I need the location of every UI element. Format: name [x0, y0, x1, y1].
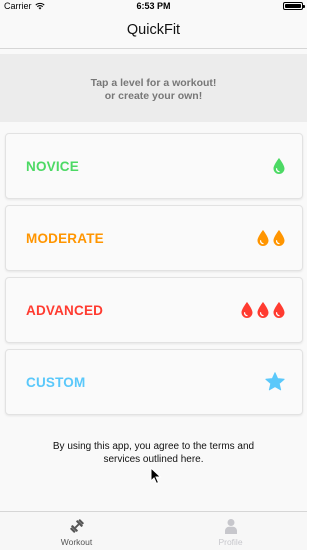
advanced-drops: [240, 301, 286, 319]
drop-icon: [257, 302, 269, 318]
dumbbell-icon: [69, 519, 84, 533]
page-title: QuickFit: [126, 22, 181, 38]
level-label-custom: CUSTOM: [26, 374, 86, 390]
level-label-moderate: MODERATE: [26, 230, 104, 246]
drop-icon: [241, 302, 253, 318]
star-icon: [265, 372, 285, 391]
level-label-advanced: ADVANCED: [26, 302, 104, 318]
instruction-text: Tap a level for a workout! or create you…: [90, 77, 217, 102]
drop-icon: [257, 230, 269, 246]
drop-icon: [273, 230, 285, 246]
tab-label-workout: Workout: [60, 537, 93, 547]
level-card-novice[interactable]: NOVICE: [5, 133, 303, 199]
instruction-banner: Tap a level for a workout! or create you…: [0, 54, 307, 122]
custom-icons: [264, 371, 286, 393]
battery-icon: [283, 2, 305, 10]
cursor-icon: [150, 467, 162, 485]
terms-notice[interactable]: By using this app, you agree to the term…: [0, 440, 307, 466]
novice-drops: [272, 157, 286, 175]
tab-workout[interactable]: Workout: [0, 512, 153, 550]
drop-icon: [273, 158, 285, 174]
status-bar: Carrier 6:53 PM: [0, 0, 307, 12]
tab-label-profile: Profile: [218, 537, 243, 547]
navigation-bar: QuickFit: [0, 12, 307, 49]
level-card-moderate[interactable]: MODERATE: [5, 205, 303, 271]
level-card-custom[interactable]: CUSTOM: [5, 349, 303, 415]
level-card-advanced[interactable]: ADVANCED: [5, 277, 303, 343]
level-label-novice: NOVICE: [26, 158, 79, 174]
drop-icon: [273, 302, 285, 318]
moderate-drops: [256, 229, 286, 247]
tab-bar: Workout Profile: [0, 511, 307, 550]
app-screen: Carrier 6:53 PM QuickFit Tap a level for…: [0, 0, 307, 550]
status-time: 6:53 PM: [136, 1, 171, 11]
person-icon: [224, 519, 237, 534]
tab-profile[interactable]: Profile: [154, 512, 307, 550]
